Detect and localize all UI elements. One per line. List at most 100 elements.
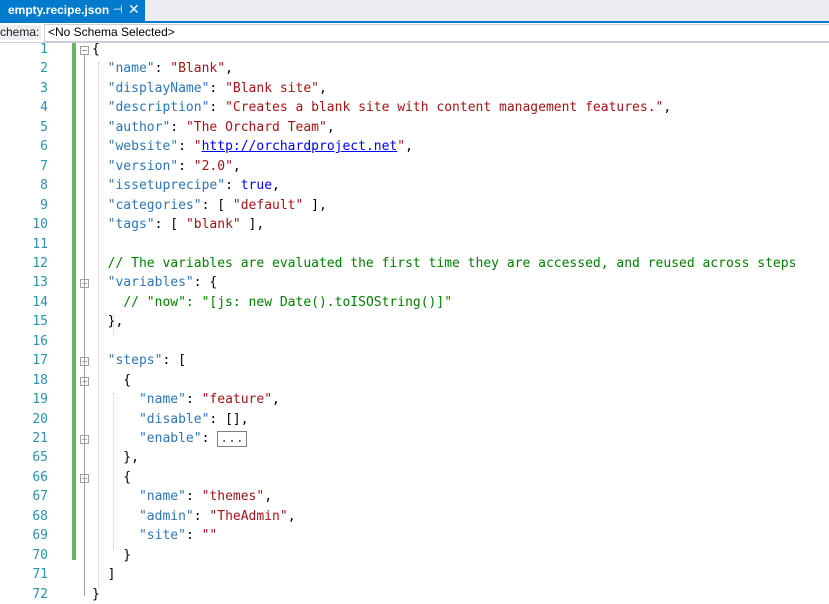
line-number: 8	[40, 178, 48, 194]
token: "2.0"	[193, 158, 233, 174]
code-line[interactable]: 15 },	[0, 312, 829, 331]
code-line[interactable]: 70 }	[0, 546, 829, 565]
code-line[interactable]: 69 "site": ""	[0, 526, 829, 545]
token: ,	[225, 61, 233, 77]
line-number: 4	[40, 100, 48, 116]
indent-guide	[113, 315, 114, 335]
token: "themes"	[201, 489, 265, 505]
line-code: "enable": ...	[92, 429, 247, 448]
code-line[interactable]: 4 "description": "Creates a blank site w…	[0, 98, 829, 117]
tab-empty-recipe-json[interactable]: empty.recipe.json ⊣ ✕	[0, 0, 145, 21]
code-editor[interactable]: 1{2 "name": "Blank", 3 "displayName": "Bl…	[0, 40, 829, 602]
token: ,	[232, 158, 241, 174]
code-line[interactable]: 71 ]	[0, 565, 829, 584]
line-number: 3	[40, 80, 48, 96]
line-number: 17	[32, 353, 48, 369]
token: :	[209, 100, 226, 116]
line-number: 6	[40, 139, 48, 155]
code-line[interactable]: 68 "admin": "TheAdmin",	[0, 507, 829, 526]
token: :	[185, 392, 202, 408]
code-line[interactable]: 17 "steps": [	[0, 351, 829, 370]
line-number: 70	[32, 547, 48, 563]
line-code: "name": "themes",	[92, 487, 272, 506]
code-line[interactable]: 11	[0, 235, 829, 254]
token: },	[92, 450, 139, 466]
code-line[interactable]: 7 "version": "2.0",	[0, 157, 829, 176]
line-code: },	[92, 448, 139, 467]
code-line[interactable]: 2 "name": "Blank",	[0, 59, 829, 78]
code-line[interactable]: 9 "categories": [ "default" ],	[0, 196, 829, 215]
tab-title: empty.recipe.json	[8, 3, 110, 17]
pin-icon[interactable]: ⊣	[113, 3, 123, 16]
token: "categories"	[107, 197, 202, 213]
line-code: "version": "2.0",	[92, 157, 241, 176]
token: ,	[264, 489, 273, 505]
code-line[interactable]: 10 "tags": [ "blank" ],	[0, 215, 829, 234]
line-code: "site": ""	[92, 526, 217, 545]
code-line[interactable]: 1{	[0, 40, 829, 59]
line-number: 14	[32, 294, 48, 310]
code-line[interactable]: 18 {	[0, 371, 829, 390]
line-number: 71	[32, 567, 48, 583]
code-line[interactable]: 16	[0, 332, 829, 351]
code-line[interactable]: 65 },	[0, 448, 829, 467]
token: :	[185, 489, 202, 505]
token: {	[92, 42, 100, 57]
token: // The variables are evaluated the first…	[107, 255, 797, 271]
token: "steps"	[107, 353, 163, 369]
code-line[interactable]: 13 "variables": {	[0, 273, 829, 292]
code-line[interactable]: 66 {	[0, 468, 829, 487]
outline-guide	[84, 288, 85, 324]
collapse-icon[interactable]: −	[80, 46, 89, 55]
token: ""	[201, 528, 218, 544]
code-line[interactable]: 21 "enable": ...	[0, 429, 829, 448]
line-number: 20	[32, 411, 48, 427]
code-line[interactable]: 19 "name": "feature",	[0, 390, 829, 409]
token: : [	[154, 217, 186, 233]
token: "version"	[107, 158, 179, 174]
token: "displayName"	[107, 80, 210, 96]
line-code: "variables": {	[92, 273, 218, 292]
code-line[interactable]: 14 // "now": "[js: new Date().toISOStrin…	[0, 293, 829, 312]
token: "name"	[107, 61, 155, 77]
line-number: 67	[32, 489, 48, 505]
code-line[interactable]: 12 // The variables are evaluated the fi…	[0, 254, 829, 273]
code-line[interactable]: 72}	[0, 585, 829, 604]
tab-strip: empty.recipe.json ⊣ ✕	[0, 0, 829, 23]
code-line[interactable]: 67 "name": "themes",	[0, 487, 829, 506]
token: ,	[663, 100, 672, 116]
code-line[interactable]: 3 "displayName": "Blank site",	[0, 79, 829, 98]
line-code: "displayName": "Blank site",	[92, 79, 327, 98]
line-code: "name": "Blank",	[92, 59, 233, 78]
code-line[interactable]: 8 "issetuprecipe": true,	[0, 176, 829, 195]
code-line[interactable]: 5 "author": "The Orchard Team",	[0, 118, 829, 137]
token: "TheAdmin"	[209, 508, 288, 524]
outline-guide	[84, 385, 85, 460]
line-number: 68	[32, 508, 48, 524]
token: "Blank"	[170, 61, 226, 77]
line-number: 9	[40, 197, 48, 213]
token: "variables"	[107, 275, 194, 291]
token: "Blank site"	[225, 80, 319, 96]
token: ]	[92, 567, 116, 583]
url-link[interactable]: http://orchardproject.net	[202, 139, 398, 154]
line-number: 11	[32, 236, 48, 252]
token: :	[178, 158, 194, 174]
line-code: "steps": [	[92, 351, 186, 370]
token: :	[170, 119, 186, 135]
line-number: 66	[32, 469, 48, 485]
code-line[interactable]: 20 "disable": [],	[0, 410, 829, 429]
outline-guide	[84, 482, 85, 557]
line-number: 15	[32, 314, 48, 330]
collapsed-region[interactable]: ...	[217, 431, 247, 447]
token: "The Orchard Team"	[185, 119, 327, 135]
token: "disable"	[138, 411, 210, 427]
token: "feature"	[201, 392, 273, 408]
line-code: "website": "http://orchardproject.net",	[92, 137, 413, 156]
close-icon[interactable]: ✕	[128, 1, 140, 18]
code-line[interactable]: 6 "website": "http://orchardproject.net"…	[0, 137, 829, 156]
token: "Creates a blank site with content manag…	[225, 100, 664, 116]
line-code: "admin": "TheAdmin",	[92, 507, 296, 526]
